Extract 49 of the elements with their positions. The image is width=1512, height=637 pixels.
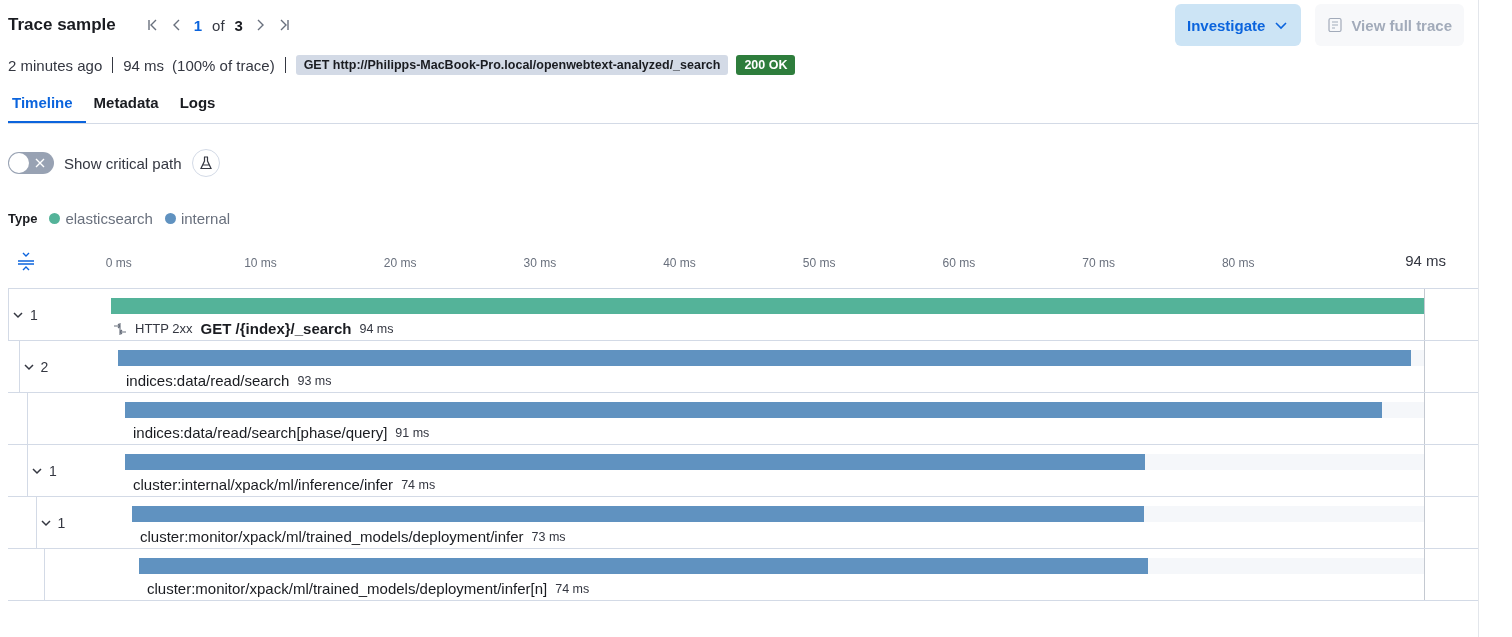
span-name: indices:data/read/search bbox=[126, 372, 290, 389]
legend-item: elasticsearch bbox=[65, 209, 153, 227]
span-duration: 74 ms bbox=[401, 477, 436, 492]
document-icon bbox=[1327, 17, 1344, 33]
tab[interactable]: Metadata bbox=[89, 86, 172, 123]
page-total: 3 bbox=[234, 16, 243, 34]
page-of-text: of bbox=[212, 16, 225, 34]
toggle-label: Show critical path bbox=[64, 154, 182, 172]
tab[interactable]: Logs bbox=[175, 86, 229, 123]
span-name: GET /{index}/_search bbox=[200, 320, 352, 337]
current-page: 1 bbox=[193, 16, 203, 34]
end-time-label: 94 ms bbox=[1405, 252, 1446, 269]
tab[interactable]: Timeline bbox=[8, 86, 86, 123]
tick-label: 40 ms bbox=[663, 256, 696, 270]
span-duration: 91 ms bbox=[395, 425, 430, 440]
tick-label: 20 ms bbox=[383, 256, 417, 270]
tick-label: 0 ms bbox=[105, 256, 132, 270]
span-duration: 74 ms bbox=[555, 581, 590, 596]
span-name: cluster:monitor/xpack/ml/trained_models/deployment/infer bbox=[140, 528, 524, 545]
legend-label: Type bbox=[8, 210, 38, 226]
tick-label: 30 ms bbox=[523, 256, 557, 270]
span-name: indices:data/read/search[phase/query] bbox=[133, 424, 388, 441]
collapse-all-icon[interactable] bbox=[16, 251, 36, 271]
expand-toggle[interactable]: 1 bbox=[36, 514, 66, 531]
span-name: cluster:monitor/xpack/ml/trained_models/deployment/infer[n] bbox=[147, 580, 548, 597]
span-duration: 93 ms bbox=[297, 373, 332, 388]
tick-label: 60 ms bbox=[942, 256, 976, 270]
expand-toggle[interactable]: 1 bbox=[9, 306, 38, 323]
span-duration: 94 ms bbox=[359, 321, 394, 336]
tick-label: 50 ms bbox=[802, 256, 836, 270]
page-title: Trace sample bbox=[8, 15, 116, 35]
percent-text: (100% of trace) bbox=[172, 56, 275, 74]
duration-text: 94 ms bbox=[123, 56, 165, 74]
span-name: cluster:internal/xpack/ml/inference/infer bbox=[133, 476, 394, 493]
status-text: HTTP 2xx bbox=[135, 321, 193, 336]
tick-label: 80 ms bbox=[1221, 256, 1255, 270]
toggle-switch[interactable] bbox=[8, 152, 54, 174]
status-badge: 200 OK bbox=[736, 55, 796, 75]
tick-label: 70 ms bbox=[1082, 256, 1115, 270]
cross-icon bbox=[34, 157, 46, 169]
tick-label: 10 ms bbox=[244, 256, 277, 270]
expand-toggle[interactable]: 1 bbox=[28, 462, 57, 479]
exit-span-icon bbox=[113, 321, 127, 336]
expand-toggle[interactable]: 2 bbox=[19, 358, 49, 375]
span-duration: 73 ms bbox=[531, 529, 566, 544]
legend-item: internal bbox=[180, 209, 231, 227]
request-badge: GET http://Philipps-MacBook-Pro.local/openwebtext-analyzed/_search bbox=[295, 55, 729, 75]
timestamp: 2 minutes ago bbox=[8, 56, 103, 74]
investigate-button[interactable]: Investigate bbox=[1175, 4, 1302, 46]
